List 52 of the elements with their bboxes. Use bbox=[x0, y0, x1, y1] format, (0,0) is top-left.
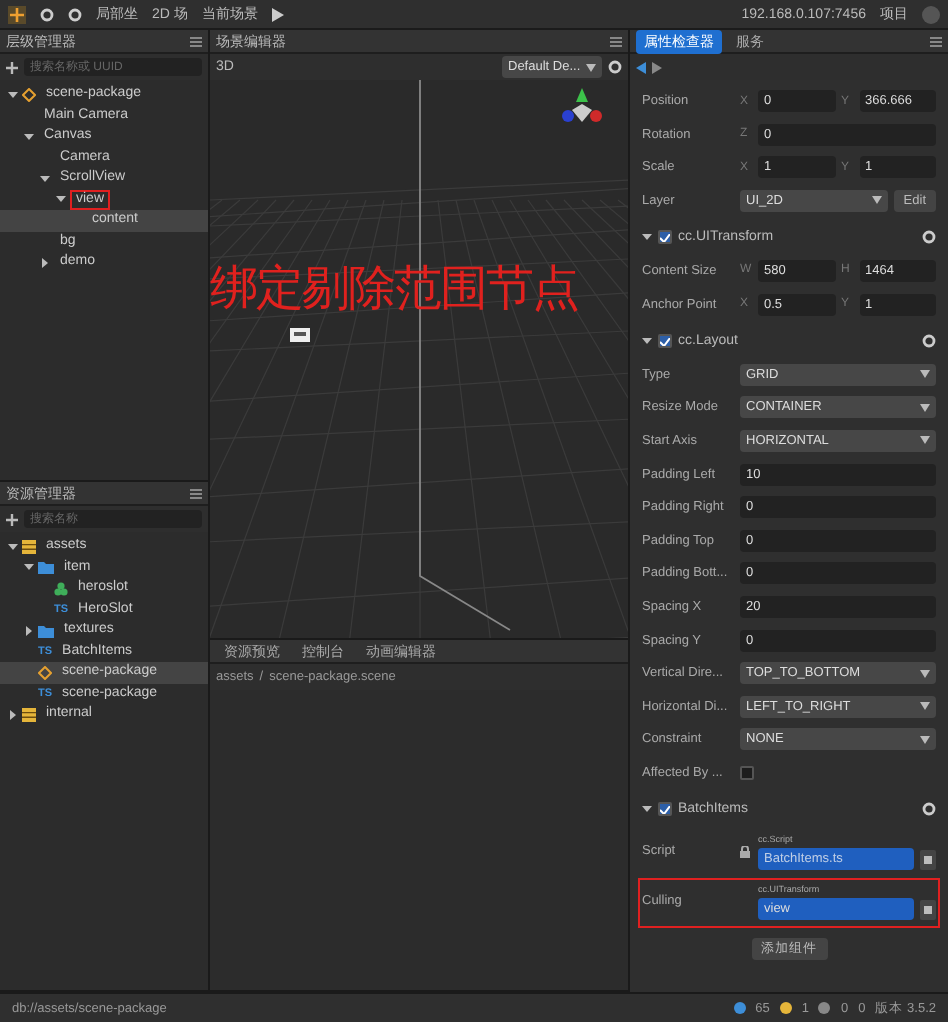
settings-icon[interactable] bbox=[608, 60, 622, 74]
caret-icon[interactable] bbox=[40, 257, 50, 268]
scene-icon bbox=[22, 87, 36, 102]
add-icon[interactable] bbox=[6, 513, 18, 525]
dropdown-icon bbox=[871, 196, 882, 205]
move-icon[interactable] bbox=[8, 5, 26, 23]
database-icon bbox=[22, 539, 36, 554]
folder-icon bbox=[38, 623, 54, 638]
dropdown-icon bbox=[920, 403, 930, 412]
status-dot bbox=[733, 1002, 746, 1014]
menu-icon[interactable] bbox=[930, 35, 942, 47]
caret-icon[interactable] bbox=[56, 194, 66, 205]
status-dot bbox=[818, 1002, 831, 1014]
menu-icon[interactable] bbox=[610, 35, 622, 47]
checkbox[interactable] bbox=[658, 334, 672, 349]
dropdown-icon bbox=[920, 436, 930, 445]
prefab-icon bbox=[54, 581, 68, 596]
dropdown-icon bbox=[920, 669, 930, 678]
picker-icon[interactable] bbox=[920, 850, 936, 871]
checkbox[interactable] bbox=[740, 765, 754, 780]
caret-icon[interactable] bbox=[642, 336, 652, 347]
caret-icon[interactable] bbox=[642, 232, 652, 243]
play-icon[interactable] bbox=[271, 7, 284, 21]
database-icon bbox=[22, 707, 36, 722]
caret-icon[interactable] bbox=[8, 709, 18, 720]
dropdown-icon bbox=[920, 702, 930, 711]
status-dot bbox=[779, 1002, 792, 1014]
caret-icon[interactable] bbox=[24, 562, 34, 573]
add-icon[interactable] bbox=[6, 61, 18, 73]
folder-icon bbox=[38, 560, 54, 575]
checkbox[interactable] bbox=[658, 230, 672, 245]
dropdown-icon bbox=[920, 370, 930, 379]
forward-icon[interactable] bbox=[652, 61, 662, 73]
settings-icon[interactable] bbox=[922, 230, 936, 245]
picker-icon[interactable] bbox=[920, 899, 936, 920]
caret-icon[interactable] bbox=[8, 541, 18, 552]
checkbox[interactable] bbox=[658, 802, 672, 817]
caret-icon[interactable] bbox=[8, 89, 18, 100]
back-icon[interactable] bbox=[636, 61, 646, 73]
annotation-text: 绑定剔除范围节点 bbox=[210, 258, 578, 320]
scene-icon bbox=[38, 665, 52, 680]
menu-icon[interactable] bbox=[190, 487, 202, 499]
settings-icon[interactable] bbox=[922, 334, 936, 349]
dropdown-icon bbox=[920, 735, 930, 744]
camera-icon[interactable] bbox=[290, 328, 310, 342]
settings-icon[interactable] bbox=[922, 802, 936, 817]
caret-icon[interactable] bbox=[24, 131, 34, 142]
caret-icon[interactable] bbox=[642, 804, 652, 815]
caret-icon[interactable] bbox=[24, 625, 34, 636]
menu-icon[interactable] bbox=[190, 35, 202, 47]
caret-icon[interactable] bbox=[40, 173, 50, 184]
dropdown-icon bbox=[586, 63, 596, 71]
